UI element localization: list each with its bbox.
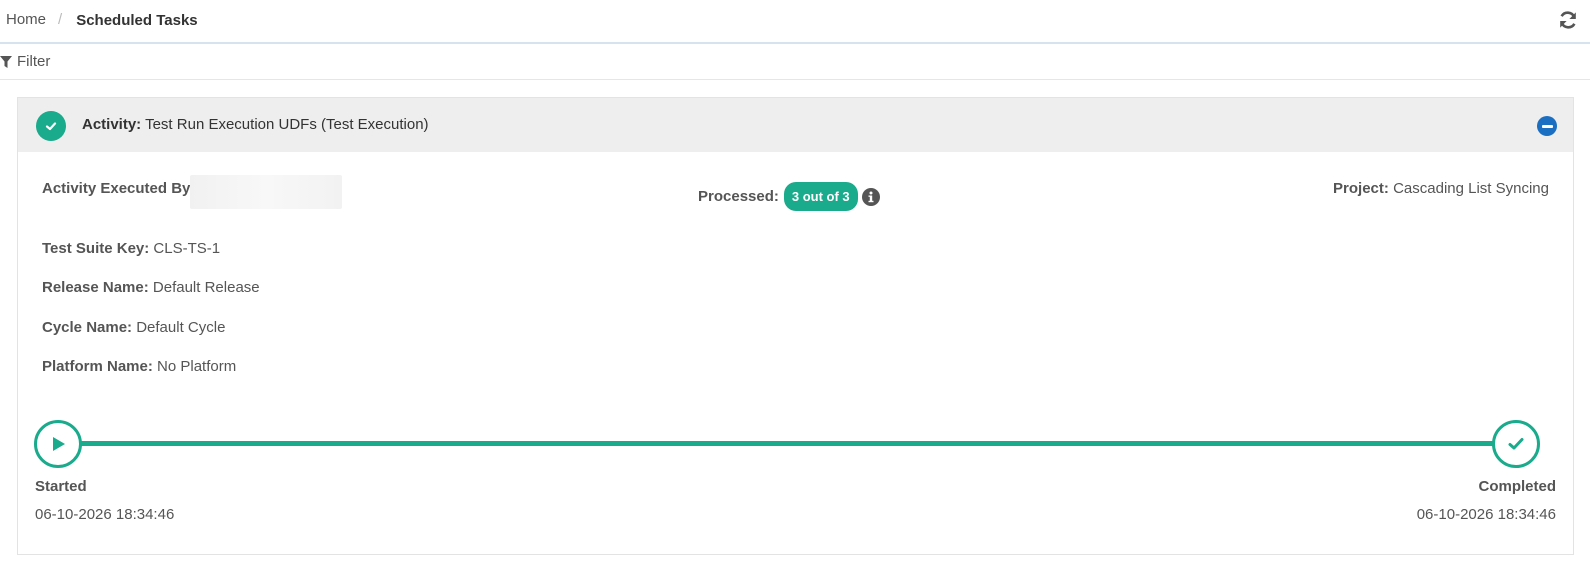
filter-label: Filter — [17, 53, 51, 70]
progress-timeline — [34, 420, 1540, 468]
executed-by-label: Activity Executed By — [42, 180, 191, 197]
field-value: Default Cycle — [136, 319, 226, 336]
filter-bar: Filter — [0, 44, 1590, 80]
processed-field: Processed: 3 out of 3 — [698, 182, 880, 211]
activity-card-header[interactable]: Activity: Test Run Execution UDFs (Test … — [18, 98, 1573, 152]
executed-by-field: Activity Executed By — [42, 180, 190, 197]
field-label: Test Suite Key: — [42, 240, 150, 257]
end-label: Completed — [1478, 478, 1556, 495]
project-field: Project: Cascading List Syncing — [1333, 180, 1549, 197]
start-label: Started — [35, 478, 87, 495]
breadcrumb-separator: / — [58, 11, 63, 28]
project-value: Cascading List Syncing — [1393, 180, 1549, 197]
end-time: 06-10-2026 18:34:46 — [1416, 506, 1556, 523]
breadcrumb-current: Scheduled Tasks — [76, 12, 198, 29]
field-label: Release Name: — [42, 279, 149, 296]
processed-label: Processed: — [698, 188, 779, 205]
activity-card: Activity: Test Run Execution UDFs (Test … — [17, 97, 1574, 555]
processed-badge: 3 out of 3 — [783, 182, 858, 211]
field-label: Cycle Name: — [42, 319, 133, 336]
play-icon — [34, 420, 82, 468]
platform-name-field: Platform Name: No Platform — [42, 358, 236, 375]
progress-line — [74, 441, 1504, 446]
activity-name: Test Run Execution UDFs (Test Execution) — [145, 116, 429, 133]
breadcrumb-home-link[interactable]: Home — [6, 11, 46, 28]
filter-button[interactable]: Filter — [0, 53, 50, 70]
release-name-field: Release Name: Default Release — [42, 279, 260, 296]
breadcrumb: Home / Scheduled Tasks — [6, 10, 198, 29]
filter-icon — [0, 55, 12, 68]
minus-circle-icon[interactable] — [1537, 116, 1557, 136]
field-value: No Platform — [157, 358, 237, 375]
field-value: Default Release — [152, 279, 260, 296]
check-icon — [1492, 420, 1540, 468]
activity-label: Activity: — [82, 116, 142, 133]
executed-by-redacted-value — [190, 175, 342, 209]
activity-title: Activity: Test Run Execution UDFs (Test … — [82, 116, 429, 133]
check-circle-icon — [36, 111, 66, 141]
cycle-name-field: Cycle Name: Default Cycle — [42, 319, 225, 336]
field-label: Platform Name: — [42, 358, 153, 375]
info-icon[interactable] — [861, 187, 880, 206]
project-label: Project: — [1333, 180, 1389, 197]
top-bar: Home / Scheduled Tasks — [0, 0, 1590, 44]
test-suite-key-field: Test Suite Key: CLS-TS-1 — [42, 240, 220, 257]
refresh-icon[interactable] — [1558, 10, 1578, 30]
field-value: CLS-TS-1 — [153, 240, 221, 257]
start-time: 06-10-2026 18:34:46 — [35, 506, 175, 523]
